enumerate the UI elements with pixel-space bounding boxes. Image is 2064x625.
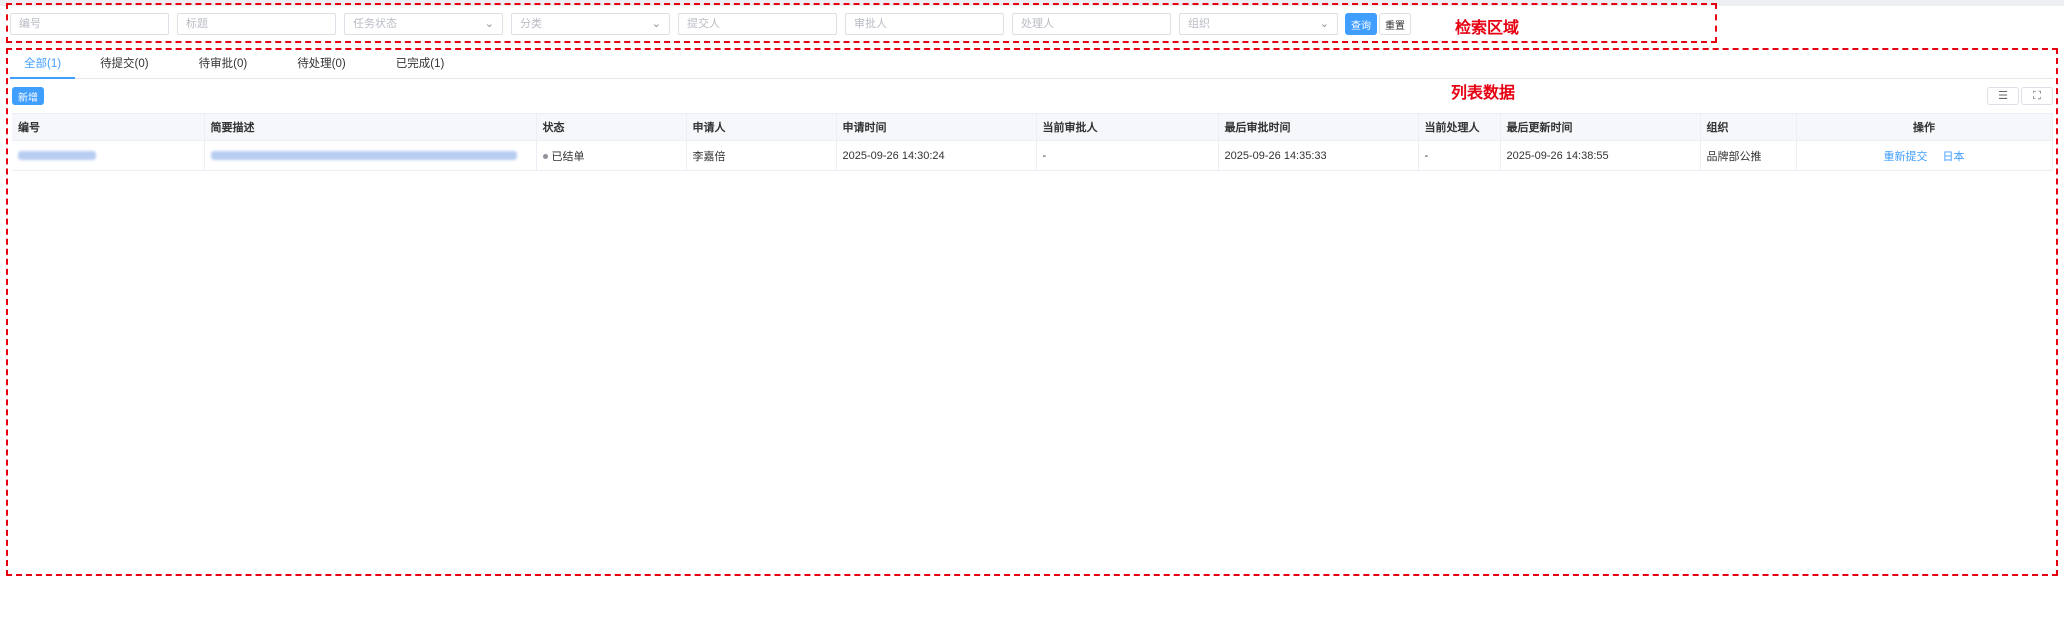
approver-input[interactable]: 审批人 bbox=[845, 13, 1004, 35]
column-header[interactable]: 当前审批人 bbox=[1036, 113, 1219, 141]
org-cell: 品牌部公推 bbox=[1700, 140, 1797, 171]
last-approve-time-cell: 2025-09-26 14:35:33 bbox=[1218, 140, 1419, 171]
applicant-cell: 李嘉倍 bbox=[686, 140, 837, 171]
status-tabs: 全部(1) 待提交(0) 待审批(0) 待处理(0) 已完成(1) bbox=[10, 52, 2054, 79]
tab-to-handle[interactable]: 待处理(0) bbox=[292, 52, 351, 79]
table-row[interactable]: 已结单 李嘉倍 2025-09-26 14:30:24 - 2025-09-26… bbox=[12, 140, 2053, 171]
fullscreen-icon[interactable]: ⛶ bbox=[2021, 87, 2053, 105]
title-input[interactable]: 标题 bbox=[177, 13, 336, 35]
column-header: 操作 bbox=[1796, 113, 2053, 141]
id-input[interactable]: 编号 bbox=[10, 13, 169, 35]
new-button[interactable]: 新增 bbox=[12, 87, 44, 105]
tab-completed[interactable]: 已完成(1) bbox=[391, 52, 450, 79]
redacted-text bbox=[18, 151, 96, 161]
org-select[interactable]: 组织 ⌄ bbox=[1179, 13, 1338, 35]
column-header[interactable]: 最后更新时间 bbox=[1500, 113, 1701, 141]
column-header[interactable]: 申请人 bbox=[686, 113, 837, 141]
column-header[interactable]: 编号 bbox=[12, 113, 205, 141]
list-icon[interactable]: ☰ bbox=[1987, 87, 2019, 105]
category-select[interactable]: 分类 ⌄ bbox=[511, 13, 670, 35]
task-status-select[interactable]: 任务状态 ⌄ bbox=[344, 13, 503, 35]
last-update-time-cell: 2025-09-26 14:38:55 bbox=[1500, 140, 1701, 171]
list-area-annotation: 列表数据 bbox=[1451, 85, 1516, 102]
chevron-down-icon: ⌄ bbox=[1319, 18, 1329, 30]
column-header[interactable]: 组织 bbox=[1700, 113, 1797, 141]
search-area-annotation: 检索区域 bbox=[1455, 20, 1520, 37]
submitter-input[interactable]: 提交人 bbox=[678, 13, 837, 35]
apply-time-cell: 2025-09-26 14:30:24 bbox=[836, 140, 1037, 171]
search-form: 编号 标题 任务状态 ⌄ 分类 ⌄ 提交人 审批人 处理人 组织 ⌄ 查询 重置 bbox=[10, 13, 1411, 35]
description-redacted bbox=[204, 140, 537, 171]
redacted-text bbox=[210, 151, 517, 161]
column-header[interactable]: 简要描述 bbox=[204, 113, 537, 141]
status-cell: 已结单 bbox=[536, 140, 687, 171]
reset-button[interactable]: 重置 bbox=[1379, 13, 1411, 35]
current-handler-cell: - bbox=[1418, 140, 1501, 171]
tab-to-submit[interactable]: 待提交(0) bbox=[95, 52, 154, 79]
column-header[interactable]: 当前处理人 bbox=[1418, 113, 1501, 141]
query-button[interactable]: 查询 bbox=[1345, 13, 1377, 35]
current-approver-cell: - bbox=[1036, 140, 1219, 171]
status-dot-icon bbox=[542, 154, 548, 160]
log-link[interactable]: 日本 bbox=[1943, 151, 1965, 163]
table-header-row: 编号 简要描述 状态 申请人 申请时间 当前审批人 最后审批时间 当前处理人 最… bbox=[12, 113, 2053, 141]
resubmit-link[interactable]: 重新提交 bbox=[1883, 151, 1927, 163]
handler-input[interactable]: 处理人 bbox=[1012, 13, 1171, 35]
column-header[interactable]: 申请时间 bbox=[836, 113, 1037, 141]
column-header[interactable]: 状态 bbox=[536, 113, 687, 141]
tab-to-approve[interactable]: 待审批(0) bbox=[194, 52, 253, 79]
column-header[interactable]: 最后审批时间 bbox=[1218, 113, 1419, 141]
chevron-down-icon: ⌄ bbox=[484, 18, 494, 30]
tab-all[interactable]: 全部(1) bbox=[10, 52, 76, 79]
record-id-redacted[interactable] bbox=[12, 140, 205, 171]
chevron-down-icon: ⌄ bbox=[651, 18, 661, 30]
data-table: 编号 简要描述 状态 申请人 申请时间 当前审批人 最后审批时间 当前处理人 最… bbox=[12, 113, 2053, 171]
actions-cell: 重新提交 日本 bbox=[1796, 140, 2053, 171]
